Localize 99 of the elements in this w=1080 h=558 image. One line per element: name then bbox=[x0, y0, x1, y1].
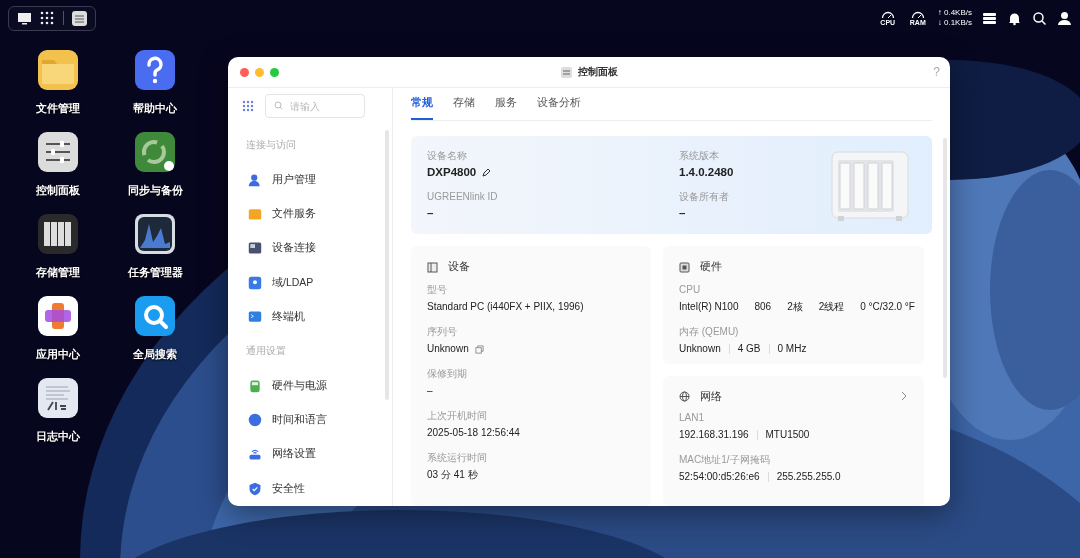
sidebar-item[interactable]: 用户管理 bbox=[228, 162, 392, 197]
field-value: DXP4800 bbox=[427, 165, 477, 179]
close-button[interactable] bbox=[240, 67, 249, 77]
field-value: Standard PC (i440FX + PIIX, 1996) bbox=[427, 300, 584, 314]
card-title: 网络 bbox=[700, 391, 722, 401]
folder-icon[interactable] bbox=[38, 50, 78, 90]
gauge-icon[interactable] bbox=[910, 9, 925, 19]
field-label: 序列号 bbox=[427, 326, 458, 338]
card-title: 设备 bbox=[448, 260, 470, 274]
hardware-icon bbox=[248, 378, 262, 393]
field-value: 2线程 bbox=[818, 300, 845, 314]
search-field[interactable]: 请输入 bbox=[265, 94, 365, 118]
tab[interactable]: 服务 bbox=[495, 88, 517, 120]
field-value: 4 GB bbox=[737, 342, 761, 356]
app-label: 文件管理 bbox=[36, 101, 80, 115]
field-label: UGREENlink ID bbox=[427, 191, 499, 203]
field-label: LAN1 bbox=[679, 412, 705, 424]
field-value: 03 分 41 秒 bbox=[427, 468, 478, 482]
field-value: Unknown bbox=[427, 342, 469, 356]
app-label: 帮助中心 bbox=[133, 101, 177, 115]
sidebar-item[interactable]: 设备连接 bbox=[228, 231, 392, 266]
field-value: MTU1500 bbox=[765, 428, 810, 442]
field-label: 内存 (QEMU) bbox=[679, 326, 740, 338]
folder-icon bbox=[248, 206, 262, 221]
field-label: 保修到期 bbox=[427, 368, 468, 380]
field-value: 192.168.31.196 bbox=[679, 428, 749, 442]
pencil-icon[interactable] bbox=[482, 167, 492, 177]
chevron-right-icon[interactable] bbox=[900, 391, 908, 401]
field-label: 系统运行时间 bbox=[427, 452, 488, 464]
gauge-icon[interactable] bbox=[880, 9, 895, 19]
field-value: – bbox=[679, 206, 686, 220]
user-icon bbox=[248, 172, 262, 187]
app-grid-icon[interactable] bbox=[40, 10, 55, 26]
field-value: 255.255.255.0 bbox=[776, 470, 841, 484]
sidebar-item[interactable]: 域/LDAP bbox=[228, 265, 392, 300]
search-icon[interactable] bbox=[1032, 10, 1047, 26]
app-label: 日志中心 bbox=[36, 429, 80, 443]
card-title: 硬件 bbox=[700, 260, 722, 274]
tab[interactable]: 设备分析 bbox=[537, 88, 581, 120]
user-icon[interactable] bbox=[1057, 10, 1072, 26]
document-icon[interactable] bbox=[38, 378, 78, 418]
upload-speed: ↑ 0.4KB/s bbox=[937, 8, 972, 18]
search-icon bbox=[274, 101, 283, 110]
field-label: 上次开机时间 bbox=[427, 410, 488, 422]
security-icon bbox=[248, 481, 262, 496]
field-value: 52:54:00:d5:26:e6 bbox=[679, 470, 760, 484]
app-label: 同步与备份 bbox=[127, 183, 183, 197]
field-label: 系统版本 bbox=[679, 150, 720, 162]
field-value: 2核 bbox=[787, 300, 803, 314]
terminal-icon bbox=[248, 309, 262, 324]
network-icon bbox=[248, 447, 262, 462]
sliders-icon bbox=[560, 66, 572, 78]
field-value: 0 °C/32.0 °F bbox=[860, 300, 915, 314]
sidebar-item[interactable]: 安全性 bbox=[228, 471, 392, 506]
field-label: MAC地址1/子网掩码 bbox=[679, 454, 771, 466]
sliders-icon[interactable] bbox=[38, 132, 78, 172]
tab[interactable]: 存储 bbox=[453, 88, 475, 120]
app-label: 存储管理 bbox=[36, 265, 80, 279]
section-heading: 连接与访问 bbox=[245, 138, 297, 153]
ldap-icon bbox=[248, 275, 262, 290]
chip-icon bbox=[679, 261, 690, 273]
field-value: 2025-05-18 12:56:44 bbox=[427, 426, 520, 440]
app-label: 控制面板 bbox=[36, 183, 80, 197]
app-label: 全局搜索 bbox=[133, 347, 177, 361]
field-value: 0 MHz bbox=[777, 342, 807, 356]
question-mark-icon[interactable] bbox=[135, 50, 175, 90]
globe-icon bbox=[679, 390, 690, 402]
field-label: 设备所有者 bbox=[679, 191, 730, 203]
sliders-icon[interactable] bbox=[72, 10, 87, 26]
sidebar-item[interactable]: 时间和语言 bbox=[228, 402, 392, 438]
section-heading: 通用设置 bbox=[245, 344, 287, 359]
field-label: 设备名称 bbox=[427, 150, 468, 162]
sync-icon[interactable] bbox=[135, 132, 175, 172]
device-icon bbox=[248, 241, 262, 256]
field-value: Unknown bbox=[679, 342, 721, 356]
server-icon[interactable] bbox=[982, 10, 997, 26]
sidebar-item[interactable]: 硬件与电源 bbox=[228, 368, 392, 403]
drive-bays-icon[interactable] bbox=[38, 214, 78, 254]
tab[interactable]: 常规 bbox=[411, 88, 433, 120]
time-icon bbox=[248, 413, 262, 428]
desktop-icon[interactable] bbox=[17, 10, 32, 26]
field-value: 1.4.0.2480 bbox=[679, 165, 734, 179]
download-speed: ↓ 0.1KB/s bbox=[937, 18, 972, 28]
sidebar-item[interactable]: 网络设置 bbox=[228, 437, 392, 472]
sidebar-item[interactable]: 文件服务 bbox=[228, 196, 392, 232]
apps-icon[interactable] bbox=[38, 296, 78, 336]
app-label: 任务管理器 bbox=[127, 265, 183, 279]
sidebar-item[interactable]: 终端机 bbox=[228, 299, 392, 335]
book-icon bbox=[427, 261, 438, 273]
search-icon[interactable] bbox=[135, 296, 175, 336]
window-title: 控制面板 bbox=[577, 65, 618, 79]
field-label: 型号 bbox=[427, 284, 448, 296]
field-value: – bbox=[427, 206, 434, 220]
field-value: 806 bbox=[754, 300, 772, 314]
field-label: CPU bbox=[679, 284, 702, 296]
field-value: – bbox=[427, 384, 433, 398]
field-value: Intel(R) N100 bbox=[679, 300, 739, 314]
app-label: 应用中心 bbox=[36, 347, 80, 361]
activity-graph-icon[interactable] bbox=[135, 214, 175, 254]
